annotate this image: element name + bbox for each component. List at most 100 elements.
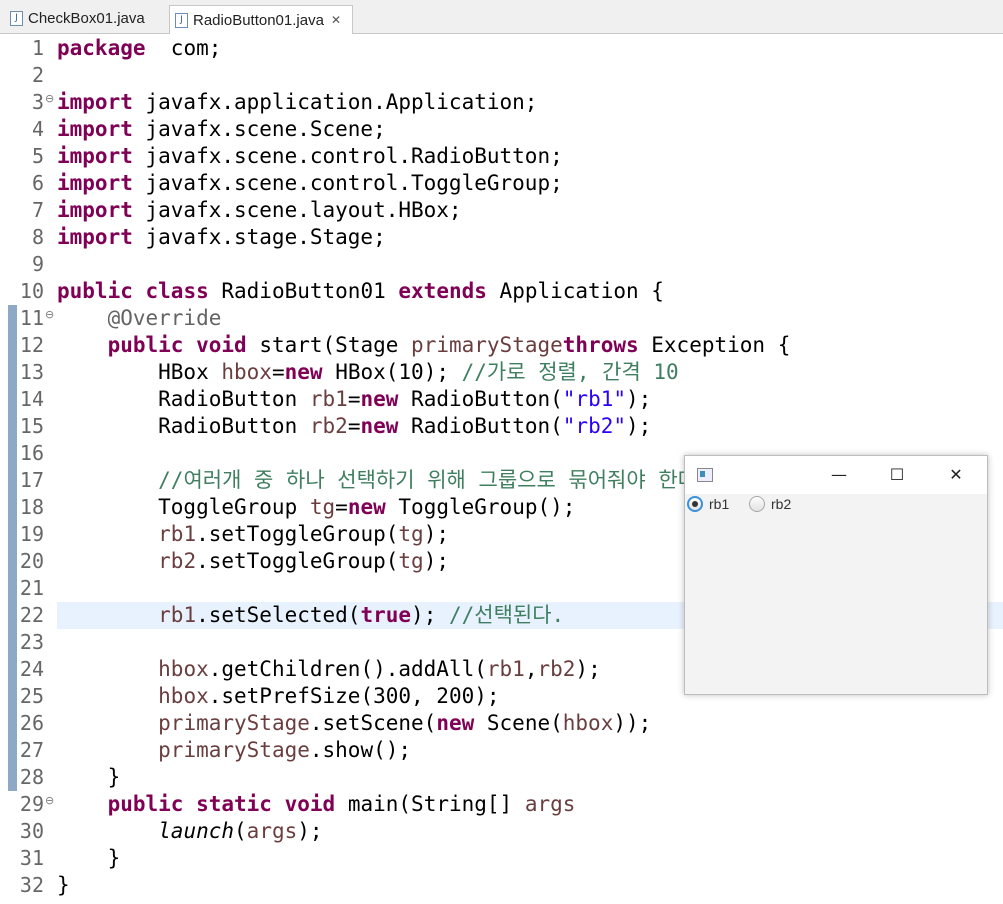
line-number: 17 — [19, 468, 44, 492]
close-icon[interactable]: ✕ — [945, 464, 967, 486]
code-token: com; — [145, 36, 222, 60]
code-token: new — [284, 360, 323, 384]
code-token: public — [107, 333, 184, 357]
code-token: RadioButton( — [398, 414, 563, 438]
radio-rb2[interactable]: rb2 — [749, 496, 791, 512]
code-token: throws — [562, 333, 639, 357]
minimize-icon[interactable]: — — [828, 464, 850, 486]
code-token: class — [145, 279, 209, 303]
code-token: RadioButton01 — [208, 279, 399, 303]
code-token: } — [57, 846, 121, 870]
code-token: new — [347, 495, 386, 519]
code-line[interactable]: 7 import javafx.scene.layout.HBox; — [0, 197, 1003, 224]
code-token: ( — [234, 819, 247, 843]
code-line[interactable]: 6 import javafx.scene.control.ToggleGroup… — [0, 170, 1003, 197]
code-token: hbox — [158, 684, 209, 708]
code-line[interactable]: 14 RadioButton rb1=new RadioButton("rb1"… — [0, 386, 1003, 413]
code-text: import javafx.scene.Scene; — [57, 116, 386, 143]
code-text: rb2.setToggleGroup(tg); — [57, 548, 449, 575]
fold-toggle-icon[interactable]: ⊖ — [45, 85, 54, 112]
fold-toggle-icon[interactable]: ⊖ — [45, 787, 54, 814]
code-token: ); — [626, 414, 652, 438]
close-tab-icon[interactable]: ✕ — [331, 13, 341, 27]
code-text: public class RadioButton01 extends Appli… — [57, 278, 664, 305]
code-line[interactable]: 13 HBox hbox=new HBox(10); //가로 정렬, 간격 1… — [0, 359, 1003, 386]
code-token: Application { — [486, 279, 664, 303]
maximize-icon[interactable]: ☐ — [886, 464, 908, 486]
code-text: hbox.getChildren().addAll(rb1,rb2); — [57, 656, 601, 683]
line-number: 22 — [19, 603, 44, 627]
code-token: javafx.scene.control.ToggleGroup; — [132, 171, 563, 195]
window-title-bar[interactable]: — ☐ ✕ — [685, 456, 987, 494]
line-number: 6 — [31, 171, 44, 195]
tab-radiobutton01[interactable]: J RadioButton01.java ✕ — [169, 5, 353, 34]
code-line[interactable]: 5 import javafx.scene.control.RadioButton… — [0, 143, 1003, 170]
line-number: 3 — [31, 90, 44, 114]
code-token: void — [196, 333, 247, 357]
code-token: args — [524, 792, 576, 816]
code-token: new — [360, 387, 399, 411]
code-line[interactable]: 29 ⊖ public static void main(String[] arg… — [0, 791, 1003, 818]
code-text: import javafx.application.Application; — [57, 89, 537, 116]
code-token: } — [57, 873, 70, 897]
code-token: ); — [423, 522, 449, 546]
code-line[interactable]: 32} — [0, 872, 1003, 899]
code-line[interactable]: 1 package com; — [0, 35, 1003, 62]
code-token: Scene( — [474, 711, 563, 735]
code-line[interactable]: 4 import javafx.scene.Scene; — [0, 116, 1003, 143]
code-token: main(String[] — [335, 792, 525, 816]
radio-label: rb1 — [709, 496, 730, 512]
line-number: 31 — [19, 846, 44, 870]
code-text: @Override — [57, 305, 222, 332]
line-number: 1 — [31, 36, 44, 60]
code-token: new — [360, 414, 399, 438]
code-text: } — [57, 764, 121, 791]
code-line[interactable]: 28 } — [0, 764, 1003, 791]
line-number: 29 — [19, 792, 44, 816]
code-token: public — [107, 792, 184, 816]
fold-toggle-icon[interactable]: ⊖ — [45, 301, 54, 328]
code-line[interactable]: 12 public void start(Stage primaryStaget… — [0, 332, 1003, 359]
code-token: @Override — [107, 306, 222, 330]
code-token: hbox — [158, 657, 209, 681]
line-number: 14 — [19, 387, 44, 411]
line-number: 10 — [19, 279, 44, 303]
code-token: RadioButton — [57, 414, 310, 438]
code-line[interactable]: 27 primaryStage.show(); — [0, 737, 1003, 764]
line-number: 21 — [19, 576, 44, 600]
code-line[interactable]: 31 } — [0, 845, 1003, 872]
code-line[interactable]: 15 RadioButton rb2=new RadioButton("rb2"… — [0, 413, 1003, 440]
code-text: ToggleGroup tg=new ToggleGroup(); — [57, 494, 575, 521]
code-token: .setSelected( — [196, 603, 361, 627]
code-token: .setPrefSize(300, 200); — [208, 684, 500, 708]
code-token: RadioButton — [57, 387, 310, 411]
code-token: import — [57, 144, 133, 168]
code-line[interactable]: 3 ⊖ import javafx.application.Application; — [0, 89, 1003, 116]
code-token: import — [57, 90, 133, 114]
code-line[interactable]: 8 import javafx.stage.Stage; — [0, 224, 1003, 251]
code-token: rb1 — [158, 522, 197, 546]
code-token: "rb2" — [562, 414, 626, 438]
code-token: launch — [158, 819, 235, 843]
tab-checkbox01[interactable]: J CheckBox01.java — [6, 5, 166, 32]
code-text: RadioButton rb1=new RadioButton("rb1"); — [57, 386, 651, 413]
radio-rb1[interactable]: rb1 — [687, 496, 729, 512]
code-line[interactable]: 10 public class RadioButton01 extends App… — [0, 278, 1003, 305]
code-line[interactable]: 9 — [0, 251, 1003, 278]
code-token: rb1 — [309, 387, 348, 411]
code-token: rb2 — [309, 414, 348, 438]
code-line[interactable]: 11 ⊖ @Override — [0, 305, 1003, 332]
code-line[interactable]: 2 — [0, 62, 1003, 89]
code-text: public void start(Stage primaryStagethro… — [57, 332, 791, 359]
code-text: import javafx.scene.control.RadioButton; — [57, 143, 563, 170]
code-line[interactable]: 30 launch(args); — [0, 818, 1003, 845]
code-line[interactable]: 26 primaryStage.setScene(new Scene(hbox)… — [0, 710, 1003, 737]
radio-label: rb2 — [771, 496, 792, 512]
code-token: //가로 정렬, 간격 10 — [461, 360, 679, 384]
code-text: } — [57, 872, 70, 899]
